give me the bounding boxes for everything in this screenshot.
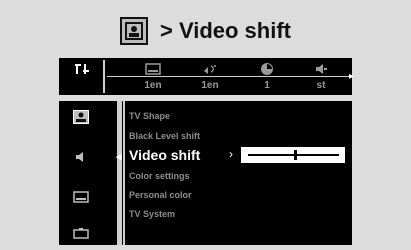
top-bar: ▸ 1en 1en 1 st: [59, 58, 354, 95]
display-icon: [73, 191, 89, 203]
picture-icon: [73, 110, 89, 124]
tv-osd-screen: > Video shift ▸ 1en 1en 1 st TV Shape Bl…: [0, 0, 411, 250]
settings-panel: TV Shape Black Level shift ◂ Video shift…: [59, 101, 352, 245]
sidebar: [59, 101, 103, 245]
menu-item-color-settings[interactable]: Color settings: [129, 171, 190, 181]
top-cell-sound-mode[interactable]: st: [297, 62, 345, 91]
speaker-icon: [76, 152, 83, 162]
video-shift-slider[interactable]: ›: [229, 147, 345, 163]
subtitle-icon: [129, 62, 177, 76]
top-cell-angle[interactable]: 1: [243, 62, 291, 91]
menu-item-tv-shape[interactable]: TV Shape: [129, 111, 170, 121]
angle-icon: [243, 62, 291, 76]
menu-divider-thin: [123, 101, 125, 245]
menu-item-tv-system[interactable]: TV System: [129, 209, 175, 219]
top-cell-settings[interactable]: [59, 62, 107, 80]
sidebar-item-display[interactable]: [71, 189, 91, 205]
audio-language-icon: [186, 62, 234, 76]
sound-mode-icon: [297, 62, 345, 76]
menu-item-personal-color[interactable]: Personal color: [129, 190, 192, 200]
menu-item-black-level-shift[interactable]: Black Level shift: [129, 131, 200, 141]
briefcase-icon: [73, 228, 89, 239]
picture-icon: [119, 17, 148, 45]
menu-item-video-shift[interactable]: Video shift: [129, 147, 200, 163]
header: > Video shift: [0, 10, 411, 52]
page-title: > Video shift: [159, 18, 291, 43]
slider-pointer-icon: ›: [229, 147, 233, 161]
settings-tools-icon: [59, 62, 107, 76]
left-arrow-icon: ◂: [116, 151, 122, 163]
sidebar-item-sound[interactable]: [71, 149, 91, 165]
top-cell-audio-language[interactable]: 1en: [186, 62, 234, 91]
sidebar-item-preferences[interactable]: [71, 225, 91, 241]
menu-divider: [117, 101, 122, 245]
sidebar-item-picture[interactable]: [71, 109, 91, 125]
slider-knob[interactable]: [294, 150, 297, 160]
top-bar-arrow-icon: ▸: [348, 71, 354, 82]
top-cell-subtitle[interactable]: 1en: [129, 62, 177, 91]
